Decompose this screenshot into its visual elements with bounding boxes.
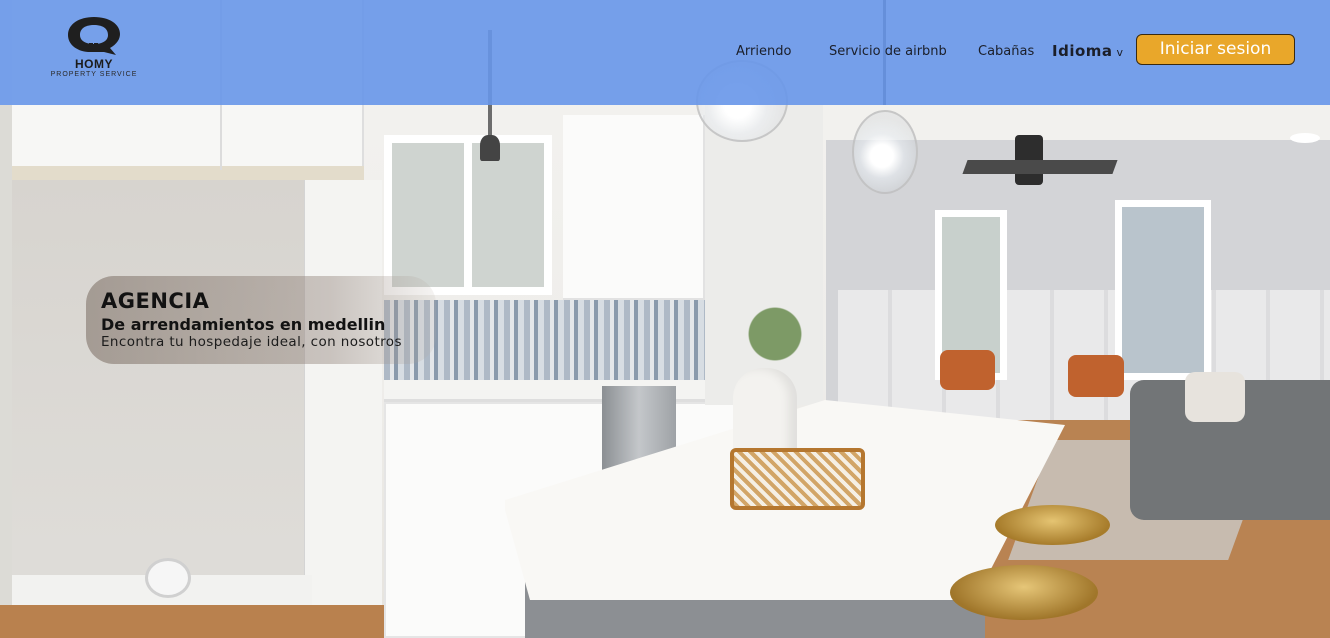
nav-link-airbnb-service[interactable]: Servicio de airbnb — [829, 44, 947, 59]
brand-logo[interactable]: HOMY PROPERTY SERVICE — [46, 14, 142, 88]
chevron-down-icon: v — [1116, 46, 1124, 59]
hero-tagline: Encontra tu hospedaje ideal, con nosotro… — [101, 334, 402, 350]
brand-name: HOMY — [75, 57, 113, 71]
language-label: Idioma — [1052, 42, 1113, 60]
brand-tagline: PROPERTY SERVICE — [50, 71, 138, 78]
nav-link-arriendo[interactable]: Arriendo — [736, 44, 791, 59]
hero-title: AGENCIA — [101, 289, 210, 313]
homy-logo-icon — [68, 17, 120, 55]
hero-subtitle: De arrendamientos en medellin — [101, 315, 386, 334]
nav-link-cabanas[interactable]: Cabañas — [978, 44, 1034, 59]
hero-info-card: AGENCIA De arrendamientos en medellin En… — [86, 276, 436, 364]
top-navigation-bar: HOMY PROPERTY SERVICE Arriendo Servicio … — [0, 0, 1330, 105]
language-dropdown[interactable]: Idioma v — [1052, 42, 1124, 60]
login-button[interactable]: Iniciar sesion — [1136, 34, 1295, 65]
